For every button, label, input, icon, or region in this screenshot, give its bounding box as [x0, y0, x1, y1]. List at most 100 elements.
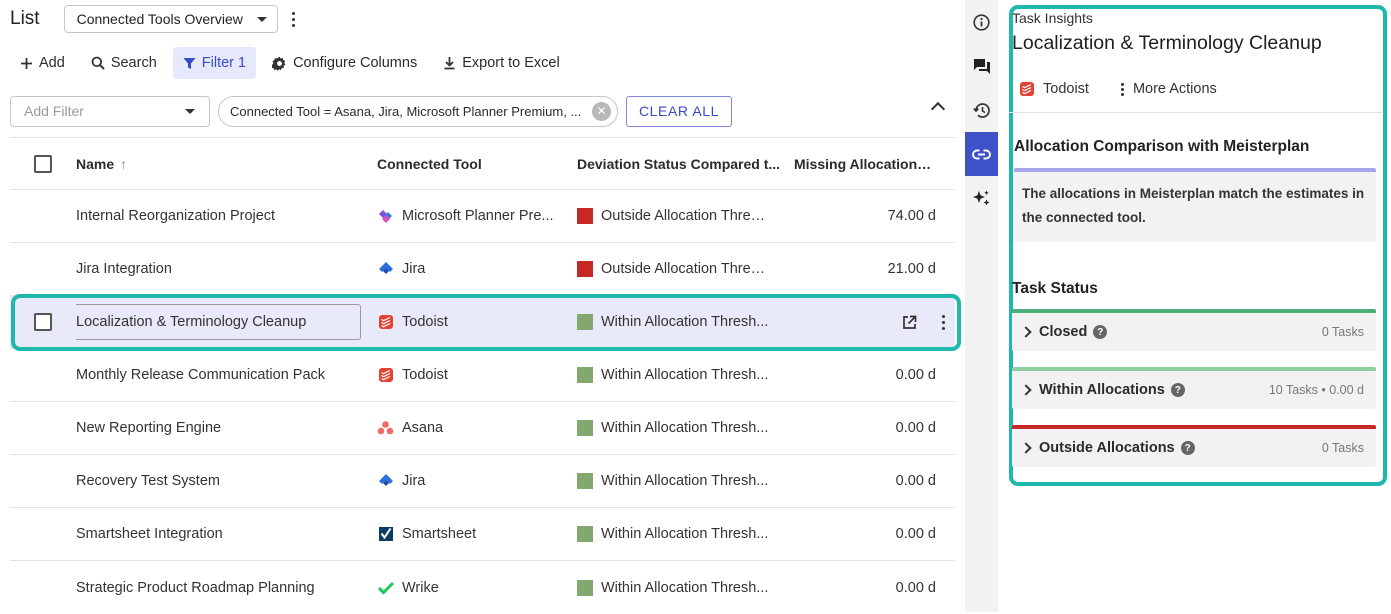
open-in-todoist-button[interactable]: Todoist — [1019, 81, 1089, 97]
comments-tab[interactable] — [965, 44, 998, 88]
configure-columns-label: Configure Columns — [293, 55, 418, 71]
add-button-label: Add — [39, 55, 65, 71]
todoist-icon — [377, 367, 394, 384]
more-actions-button[interactable]: More Actions — [1121, 81, 1217, 97]
task-name-editor[interactable]: Localization & Terminology Cleanup — [76, 304, 361, 340]
table-row[interactable]: Smartsheet Integration Smartsheet Within… — [10, 508, 955, 561]
column-header-tool[interactable]: Connected Tool — [377, 156, 577, 172]
deviation-status: Within Allocation Thresh... — [601, 367, 769, 383]
panel-eyebrow: Task Insights — [1012, 10, 1093, 26]
tool-name: Wrike — [402, 579, 439, 596]
status-swatch — [577, 473, 593, 489]
table-row[interactable]: Monthly Release Communication Pack Todoi… — [10, 349, 955, 402]
info-icon — [973, 13, 990, 31]
deviation-status: Within Allocation Thresh... — [601, 526, 769, 542]
filter-chip[interactable]: Connected Tool = Asana, Jira, Microsoft … — [218, 95, 618, 127]
clear-all-button[interactable]: CLEAR ALL — [626, 95, 732, 127]
add-button[interactable]: Add — [10, 47, 75, 79]
ai-insights-tab[interactable] — [965, 176, 998, 220]
status-label: Within Allocations — [1039, 382, 1165, 398]
sort-asc-icon: ↑ — [120, 155, 128, 172]
add-filter-select[interactable]: Add Filter — [10, 95, 210, 127]
view-select-label: Connected Tools Overview — [76, 11, 243, 27]
todoist-icon — [1020, 82, 1034, 96]
page-title: List — [10, 8, 40, 29]
tasks-table: Name ↑ Connected Tool Deviation Status Co… — [10, 137, 955, 614]
table-row[interactable]: Internal Reorganization Project Microsof… — [10, 190, 955, 243]
status-closed[interactable]: Closed ? 0 Tasks — [1012, 309, 1376, 351]
title-row: List Connected Tools Overview — [10, 5, 300, 33]
status-label: Closed — [1039, 324, 1088, 340]
connected-tools-tab[interactable] — [965, 132, 998, 176]
tool-name: Asana — [402, 420, 444, 436]
filter-count: 1 — [238, 55, 247, 71]
remove-filter-icon[interactable]: ✕ — [592, 101, 611, 121]
tool-name: Jira — [402, 261, 426, 277]
view-more-icon[interactable] — [288, 8, 300, 30]
sparkle-icon — [973, 190, 990, 205]
info-tab[interactable] — [965, 0, 998, 44]
smartsheet-icon — [377, 526, 394, 543]
column-header-missing[interactable]: Missing Allocations ... — [794, 156, 936, 172]
tool-name: Microsoft Planner Pre... — [402, 208, 554, 224]
deviation-status: Outside Allocation Thres... — [601, 208, 769, 224]
filter-chip-text: Connected Tool = Asana, Jira, Microsoft … — [230, 103, 582, 119]
status-count: 0 Tasks — [1321, 325, 1364, 339]
view-select[interactable]: Connected Tools Overview — [63, 5, 278, 33]
status-outside-allocations[interactable]: Outside Allocations ? 0 Tasks — [1012, 425, 1376, 467]
panel-actions: Todoist More Actions — [1012, 77, 1382, 101]
deviation-status: Within Allocation Thresh... — [601, 579, 769, 596]
status-within-allocations[interactable]: Within Allocations ? 10 Tasks • 0.00 d — [1012, 367, 1376, 409]
missing-allocations: 0.00 d — [895, 526, 936, 542]
help-icon[interactable]: ? — [1180, 441, 1195, 455]
table-row[interactable]: Jira Integration Jira Outside Allocation… — [10, 243, 955, 296]
caret-down-icon — [185, 108, 195, 114]
table-row[interactable]: Strategic Product Roadmap Planning Wrike… — [10, 561, 955, 614]
column-header-name[interactable]: Name ↑ — [76, 156, 377, 172]
missing-allocations: 21.00 d — [887, 261, 936, 277]
column-name-label: Name — [76, 155, 115, 172]
help-icon[interactable]: ? — [1093, 325, 1108, 339]
wrike-icon — [377, 579, 394, 596]
status-swatch — [577, 261, 593, 277]
task-name: Internal Reorganization Project — [76, 208, 276, 224]
add-filter-placeholder: Add Filter — [24, 103, 84, 119]
table-row[interactable]: Recovery Test System Jira Within Allocat… — [10, 455, 955, 508]
plus-icon — [21, 57, 32, 69]
list-panel: List Connected Tools Overview Add Search… — [0, 0, 965, 612]
table-row[interactable]: New Reporting Engine Asana Within Alloca… — [10, 402, 955, 455]
tool-name: Todoist — [402, 367, 448, 383]
divider — [1008, 112, 1382, 113]
deviation-status: Within Allocation Thresh... — [601, 314, 769, 330]
task-name: Jira Integration — [76, 261, 172, 277]
task-status-title: Task Status — [1012, 280, 1098, 297]
filter-row: Add Filter Connected Tool = Asana, Jira,… — [10, 95, 955, 127]
history-icon — [972, 102, 990, 118]
more-actions-label: More Actions — [1132, 81, 1217, 97]
comparison-note: The allocations in Meisterplan match the… — [1014, 168, 1376, 242]
task-insights-panel: Task Insights Localization & Terminology… — [998, 0, 1391, 612]
select-all-checkbox[interactable] — [34, 154, 52, 173]
chevron-up-icon[interactable] — [930, 101, 946, 117]
row-checkbox[interactable] — [34, 313, 52, 331]
row-more-icon[interactable] — [937, 311, 949, 333]
column-header-deviation[interactable]: Deviation Status Compared t... — [577, 156, 794, 172]
export-excel-button[interactable]: Export to Excel — [433, 47, 570, 79]
history-tab[interactable] — [965, 88, 998, 132]
configure-columns-button[interactable]: Configure Columns — [262, 47, 427, 79]
search-button-label: Search — [110, 55, 157, 71]
help-icon[interactable]: ? — [1170, 383, 1185, 397]
panel-title: Localization & Terminology Cleanup — [1012, 32, 1322, 54]
search-button[interactable]: Search — [81, 47, 167, 79]
panel-icon-bar — [965, 0, 998, 612]
open-external-icon[interactable] — [902, 315, 917, 330]
filter-button[interactable]: Filter 1 — [172, 47, 257, 79]
missing-allocations: 0.00 d — [895, 420, 936, 436]
table-row-selected[interactable]: Localization & Terminology Cleanup Todoi… — [10, 296, 955, 349]
missing-allocations: 0.00 d — [895, 473, 936, 489]
tool-name: Jira — [402, 473, 426, 489]
status-swatch — [577, 314, 593, 330]
caret-down-icon — [256, 16, 267, 22]
deviation-status: Within Allocation Thresh... — [601, 420, 769, 436]
missing-allocations: 0.00 d — [895, 579, 936, 596]
